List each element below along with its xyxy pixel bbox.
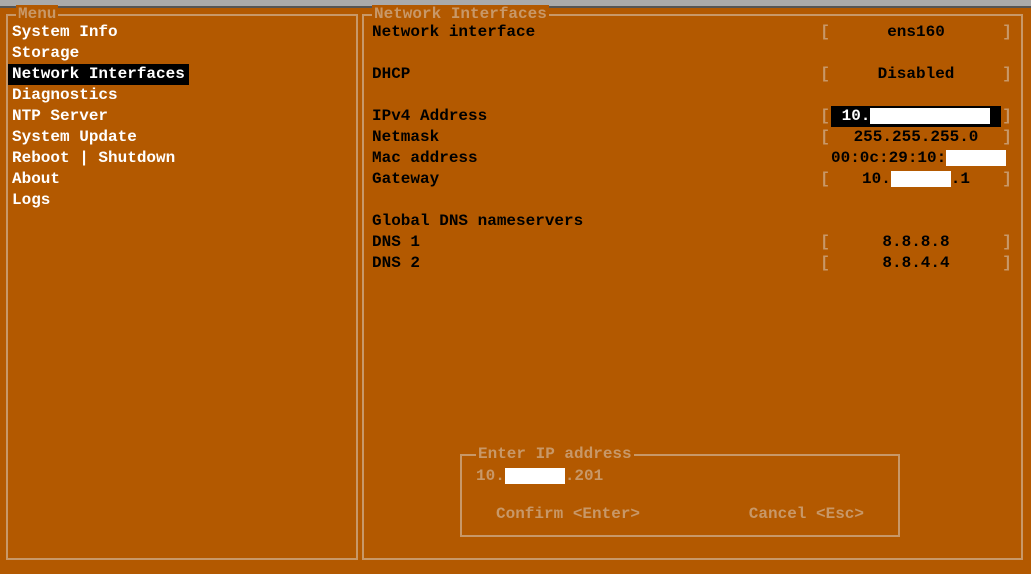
mac-label: Mac address	[372, 148, 819, 169]
interface-label: Network interface	[372, 22, 819, 43]
dns2-label: DNS 2	[372, 253, 819, 274]
row-dhcp: DHCP [ Disabled ]	[372, 64, 1013, 85]
menu-item-about[interactable]: About	[8, 169, 356, 190]
ipv4-prefix: 10.	[842, 107, 871, 125]
dns1-value[interactable]: 8.8.8.8	[831, 232, 1001, 253]
menu-list: System Info Storage Network Interfaces D…	[8, 16, 356, 211]
row-dns2: DNS 2 [ 8.8.4.4 ]	[372, 253, 1013, 274]
dns2-value[interactable]: 8.8.4.4	[831, 253, 1001, 274]
gateway-suffix: .1	[951, 170, 970, 188]
bracket-open: [	[819, 253, 831, 274]
menu-panel: Menu System Info Storage Network Interfa…	[6, 14, 358, 560]
cancel-button[interactable]: Cancel <Esc>	[749, 505, 864, 523]
bracket-close: ]	[1001, 106, 1013, 127]
redacted-mac-segment	[946, 150, 1006, 166]
ipv4-label: IPv4 Address	[372, 106, 819, 127]
row-dns1: DNS 1 [ 8.8.8.8 ]	[372, 232, 1013, 253]
content-panel-title: Network Interfaces	[372, 5, 549, 23]
menu-item-diagnostics[interactable]: Diagnostics	[8, 85, 356, 106]
dialog-title: Enter IP address	[476, 445, 634, 463]
redacted-dialog-segment	[505, 468, 565, 484]
row-gateway: Gateway [ 10. .1 ]	[372, 169, 1013, 190]
row-netmask: Netmask [ 255.255.255.0 ]	[372, 127, 1013, 148]
row-interface: Network interface [ ens160 ]	[372, 22, 1013, 43]
bracket-open: [	[819, 232, 831, 253]
dialog-input[interactable]: 10. .201	[476, 466, 884, 487]
mac-value: 00:0c:29:10:	[831, 148, 1001, 169]
netmask-value[interactable]: 255.255.255.0	[831, 127, 1001, 148]
menu-item-network-interfaces[interactable]: Network Interfaces	[8, 64, 189, 85]
bracket-open: [	[819, 169, 831, 190]
row-mac: Mac address [ 00:0c:29:10: ]	[372, 148, 1013, 169]
bracket-open: [	[819, 106, 831, 127]
dns1-label: DNS 1	[372, 232, 819, 253]
interface-value[interactable]: ens160	[831, 22, 1001, 43]
menu-item-logs[interactable]: Logs	[8, 190, 356, 211]
row-ipv4: IPv4 Address [ 10. ]	[372, 106, 1013, 127]
bracket-close: ]	[1001, 22, 1013, 43]
redacted-gateway-segment	[891, 171, 951, 187]
bracket-open: [	[819, 127, 831, 148]
bracket-close: ]	[1001, 169, 1013, 190]
menu-item-system-info[interactable]: System Info	[8, 22, 356, 43]
mac-prefix: 00:0c:29:10:	[831, 149, 946, 167]
bracket-open: [	[819, 22, 831, 43]
bracket-open: [	[819, 64, 831, 85]
ipv4-value[interactable]: 10.	[831, 106, 1001, 127]
bracket-close: ]	[1001, 64, 1013, 85]
menu-item-storage[interactable]: Storage	[8, 43, 356, 64]
dhcp-value[interactable]: Disabled	[831, 64, 1001, 85]
gateway-prefix: 10.	[862, 170, 891, 188]
netmask-label: Netmask	[372, 127, 819, 148]
gateway-label: Gateway	[372, 169, 819, 190]
bracket-close: ]	[1001, 253, 1013, 274]
menu-item-reboot-shutdown[interactable]: Reboot | Shutdown	[8, 148, 356, 169]
gateway-value[interactable]: 10. .1	[831, 169, 1001, 190]
confirm-button[interactable]: Confirm <Enter>	[496, 505, 640, 523]
menu-item-system-update[interactable]: System Update	[8, 127, 356, 148]
dhcp-label: DHCP	[372, 64, 819, 85]
bracket-close: ]	[1001, 127, 1013, 148]
dialog-input-suffix: .201	[565, 467, 603, 485]
ip-entry-dialog: Enter IP address 10..201 Confirm <Enter>…	[460, 454, 900, 537]
bracket-close: ]	[1001, 232, 1013, 253]
dialog-input-prefix: 10.	[476, 467, 505, 485]
menu-item-ntp-server[interactable]: NTP Server	[8, 106, 356, 127]
menu-panel-title: Menu	[16, 5, 58, 23]
dns-section-header: Global DNS nameservers	[372, 211, 1013, 232]
redacted-ip-segment	[870, 108, 990, 124]
